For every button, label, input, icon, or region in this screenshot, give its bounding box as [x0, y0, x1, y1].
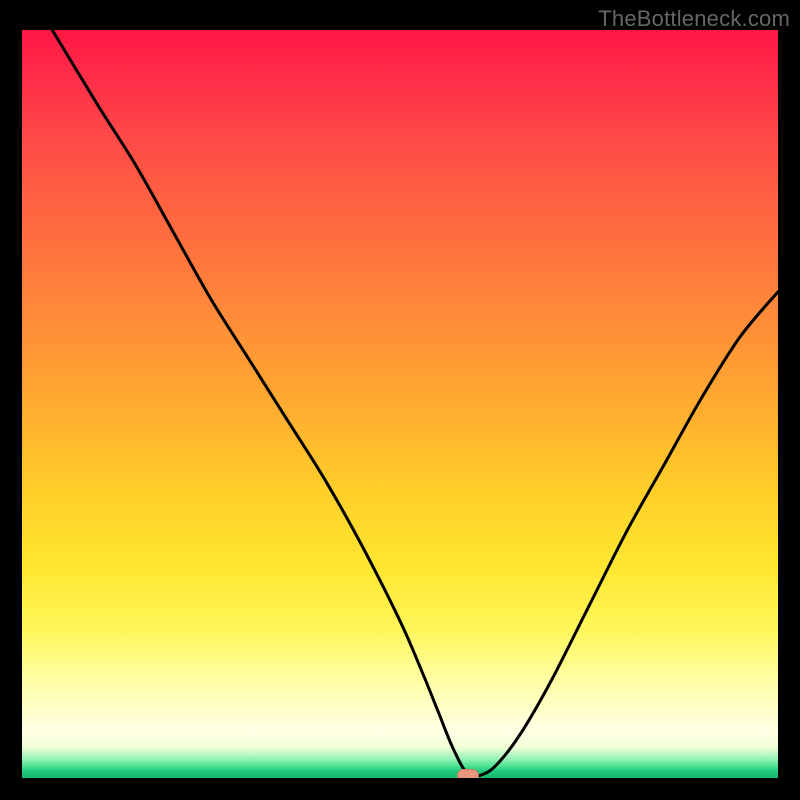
chart-frame: TheBottleneck.com [0, 0, 800, 800]
bottleneck-curve [22, 30, 778, 778]
optimal-marker [457, 769, 479, 778]
plot-area [22, 30, 778, 778]
watermark-text: TheBottleneck.com [598, 6, 790, 32]
